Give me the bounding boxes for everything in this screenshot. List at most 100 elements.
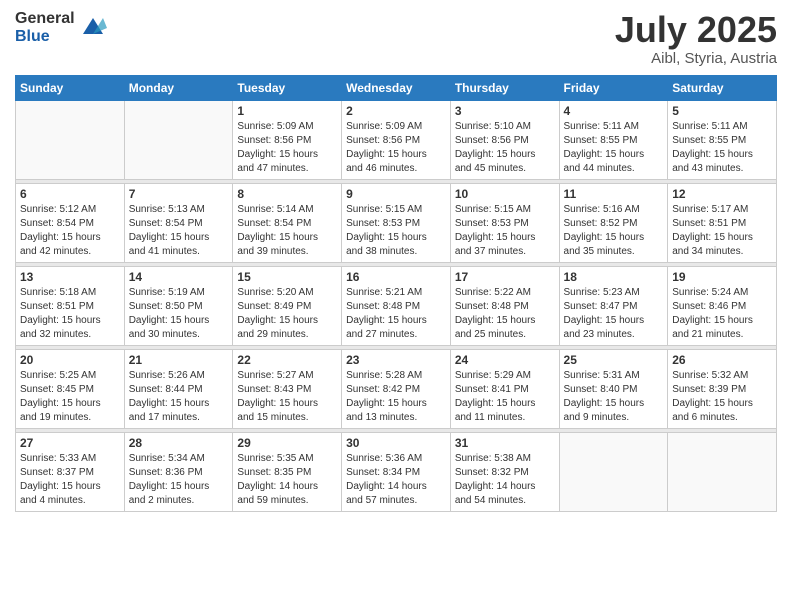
table-row: 12 Sunrise: 5:17 AM Sunset: 8:51 PM Dayli… bbox=[668, 183, 777, 262]
day-info: Sunrise: 5:10 AM Sunset: 8:56 PM Dayligh… bbox=[455, 120, 555, 176]
table-row: 21 Sunrise: 5:26 AM Sunset: 8:44 PM Dayli… bbox=[124, 349, 233, 428]
day-info: Sunrise: 5:20 AM Sunset: 8:49 PM Dayligh… bbox=[237, 286, 337, 342]
day-number: 12 bbox=[672, 187, 772, 201]
day-info: Sunrise: 5:26 AM Sunset: 8:44 PM Dayligh… bbox=[129, 369, 229, 425]
table-row: 10Sunrise: 5:15 AM Sunset: 8:53 PM Dayli… bbox=[450, 183, 559, 262]
header: General Blue July 2025 Aibl, Styria, Aus… bbox=[15, 10, 777, 67]
day-number: 22 bbox=[237, 353, 337, 367]
day-info: Sunrise: 5:19 AM Sunset: 8:50 PM Dayligh… bbox=[129, 286, 229, 342]
day-info: Sunrise: 5:32 AM Sunset: 8:39 PM Dayligh… bbox=[672, 369, 772, 425]
table-row: 30 Sunrise: 5:36 AM Sunset: 8:34 PM Dayli… bbox=[342, 432, 451, 511]
day-info: Sunrise: 5:16 AM Sunset: 8:52 PM Dayligh… bbox=[564, 203, 664, 259]
col-sunday: Sunday bbox=[16, 75, 125, 100]
col-tuesday: Tuesday bbox=[233, 75, 342, 100]
day-number: 9 bbox=[346, 187, 446, 201]
table-row: 7Sunrise: 5:13 AM Sunset: 8:54 PM Daylig… bbox=[124, 183, 233, 262]
day-number: 1 bbox=[237, 104, 337, 118]
table-row: 20 Sunrise: 5:25 AM Sunset: 8:45 PM Dayli… bbox=[16, 349, 125, 428]
table-row: 26 Sunrise: 5:32 AM Sunset: 8:39 PM Dayli… bbox=[668, 349, 777, 428]
table-row: 18 Sunrise: 5:23 AM Sunset: 8:47 PM Dayli… bbox=[559, 266, 668, 345]
day-number: 29 bbox=[237, 436, 337, 450]
table-row: 15 Sunrise: 5:20 AM Sunset: 8:49 PM Dayli… bbox=[233, 266, 342, 345]
table-row: 29 Sunrise: 5:35 AM Sunset: 8:35 PM Dayli… bbox=[233, 432, 342, 511]
day-info: Sunrise: 5:11 AM Sunset: 8:55 PM Dayligh… bbox=[672, 120, 772, 176]
calendar-week-row: 20 Sunrise: 5:25 AM Sunset: 8:45 PM Dayli… bbox=[16, 349, 777, 428]
day-number: 21 bbox=[129, 353, 229, 367]
logo-general: General bbox=[15, 10, 75, 28]
day-number: 5 bbox=[672, 104, 772, 118]
day-number: 2 bbox=[346, 104, 446, 118]
day-info: Sunrise: 5:34 AM Sunset: 8:36 PM Dayligh… bbox=[129, 452, 229, 508]
day-info: Sunrise: 5:23 AM Sunset: 8:47 PM Dayligh… bbox=[564, 286, 664, 342]
logo-text: General Blue bbox=[15, 10, 75, 45]
day-info: Sunrise: 5:12 AM Sunset: 8:54 PM Dayligh… bbox=[20, 203, 120, 259]
day-number: 24 bbox=[455, 353, 555, 367]
page: General Blue July 2025 Aibl, Styria, Aus… bbox=[0, 0, 792, 612]
col-friday: Friday bbox=[559, 75, 668, 100]
table-row: 5 Sunrise: 5:11 AM Sunset: 8:55 PM Daylig… bbox=[668, 100, 777, 179]
calendar-header-row: Sunday Monday Tuesday Wednesday Thursday… bbox=[16, 75, 777, 100]
day-number: 13 bbox=[20, 270, 120, 284]
table-row: 11Sunrise: 5:16 AM Sunset: 8:52 PM Dayli… bbox=[559, 183, 668, 262]
table-row bbox=[124, 100, 233, 179]
day-info: Sunrise: 5:27 AM Sunset: 8:43 PM Dayligh… bbox=[237, 369, 337, 425]
day-info: Sunrise: 5:28 AM Sunset: 8:42 PM Dayligh… bbox=[346, 369, 446, 425]
day-info: Sunrise: 5:25 AM Sunset: 8:45 PM Dayligh… bbox=[20, 369, 120, 425]
day-number: 16 bbox=[346, 270, 446, 284]
logo-blue: Blue bbox=[15, 28, 75, 46]
day-info: Sunrise: 5:15 AM Sunset: 8:53 PM Dayligh… bbox=[346, 203, 446, 259]
logo: General Blue bbox=[15, 10, 107, 45]
table-row: 19Sunrise: 5:24 AM Sunset: 8:46 PM Dayli… bbox=[668, 266, 777, 345]
day-info: Sunrise: 5:33 AM Sunset: 8:37 PM Dayligh… bbox=[20, 452, 120, 508]
table-row bbox=[16, 100, 125, 179]
location-title: Aibl, Styria, Austria bbox=[615, 50, 777, 67]
table-row: 25 Sunrise: 5:31 AM Sunset: 8:40 PM Dayli… bbox=[559, 349, 668, 428]
day-number: 20 bbox=[20, 353, 120, 367]
col-thursday: Thursday bbox=[450, 75, 559, 100]
day-number: 31 bbox=[455, 436, 555, 450]
table-row: 16Sunrise: 5:21 AM Sunset: 8:48 PM Dayli… bbox=[342, 266, 451, 345]
day-number: 26 bbox=[672, 353, 772, 367]
table-row: 4Sunrise: 5:11 AM Sunset: 8:55 PM Daylig… bbox=[559, 100, 668, 179]
day-info: Sunrise: 5:36 AM Sunset: 8:34 PM Dayligh… bbox=[346, 452, 446, 508]
table-row: 2 Sunrise: 5:09 AM Sunset: 8:56 PM Daylig… bbox=[342, 100, 451, 179]
col-saturday: Saturday bbox=[668, 75, 777, 100]
table-row: 17Sunrise: 5:22 AM Sunset: 8:48 PM Dayli… bbox=[450, 266, 559, 345]
day-info: Sunrise: 5:14 AM Sunset: 8:54 PM Dayligh… bbox=[237, 203, 337, 259]
day-info: Sunrise: 5:35 AM Sunset: 8:35 PM Dayligh… bbox=[237, 452, 337, 508]
table-row: 6 Sunrise: 5:12 AM Sunset: 8:54 PM Daylig… bbox=[16, 183, 125, 262]
title-section: July 2025 Aibl, Styria, Austria bbox=[615, 10, 777, 67]
table-row: 27Sunrise: 5:33 AM Sunset: 8:37 PM Dayli… bbox=[16, 432, 125, 511]
calendar: Sunday Monday Tuesday Wednesday Thursday… bbox=[15, 75, 777, 512]
day-info: Sunrise: 5:38 AM Sunset: 8:32 PM Dayligh… bbox=[455, 452, 555, 508]
day-info: Sunrise: 5:31 AM Sunset: 8:40 PM Dayligh… bbox=[564, 369, 664, 425]
day-number: 23 bbox=[346, 353, 446, 367]
logo-icon bbox=[79, 14, 107, 42]
day-number: 10 bbox=[455, 187, 555, 201]
col-wednesday: Wednesday bbox=[342, 75, 451, 100]
day-number: 30 bbox=[346, 436, 446, 450]
calendar-week-row: 13Sunrise: 5:18 AM Sunset: 8:51 PM Dayli… bbox=[16, 266, 777, 345]
calendar-week-row: 1 Sunrise: 5:09 AM Sunset: 8:56 PM Daylig… bbox=[16, 100, 777, 179]
day-number: 3 bbox=[455, 104, 555, 118]
col-monday: Monday bbox=[124, 75, 233, 100]
table-row: 23 Sunrise: 5:28 AM Sunset: 8:42 PM Dayli… bbox=[342, 349, 451, 428]
day-number: 18 bbox=[564, 270, 664, 284]
table-row: 1 Sunrise: 5:09 AM Sunset: 8:56 PM Daylig… bbox=[233, 100, 342, 179]
day-info: Sunrise: 5:24 AM Sunset: 8:46 PM Dayligh… bbox=[672, 286, 772, 342]
day-number: 7 bbox=[129, 187, 229, 201]
table-row: 9 Sunrise: 5:15 AM Sunset: 8:53 PM Daylig… bbox=[342, 183, 451, 262]
day-info: Sunrise: 5:11 AM Sunset: 8:55 PM Dayligh… bbox=[564, 120, 664, 176]
calendar-week-row: 27Sunrise: 5:33 AM Sunset: 8:37 PM Dayli… bbox=[16, 432, 777, 511]
day-number: 8 bbox=[237, 187, 337, 201]
calendar-week-row: 6 Sunrise: 5:12 AM Sunset: 8:54 PM Daylig… bbox=[16, 183, 777, 262]
table-row: 13Sunrise: 5:18 AM Sunset: 8:51 PM Dayli… bbox=[16, 266, 125, 345]
day-info: Sunrise: 5:09 AM Sunset: 8:56 PM Dayligh… bbox=[237, 120, 337, 176]
day-number: 6 bbox=[20, 187, 120, 201]
day-info: Sunrise: 5:09 AM Sunset: 8:56 PM Dayligh… bbox=[346, 120, 446, 176]
table-row: 28Sunrise: 5:34 AM Sunset: 8:36 PM Dayli… bbox=[124, 432, 233, 511]
month-title: July 2025 bbox=[615, 10, 777, 50]
day-info: Sunrise: 5:17 AM Sunset: 8:51 PM Dayligh… bbox=[672, 203, 772, 259]
day-number: 15 bbox=[237, 270, 337, 284]
day-number: 25 bbox=[564, 353, 664, 367]
